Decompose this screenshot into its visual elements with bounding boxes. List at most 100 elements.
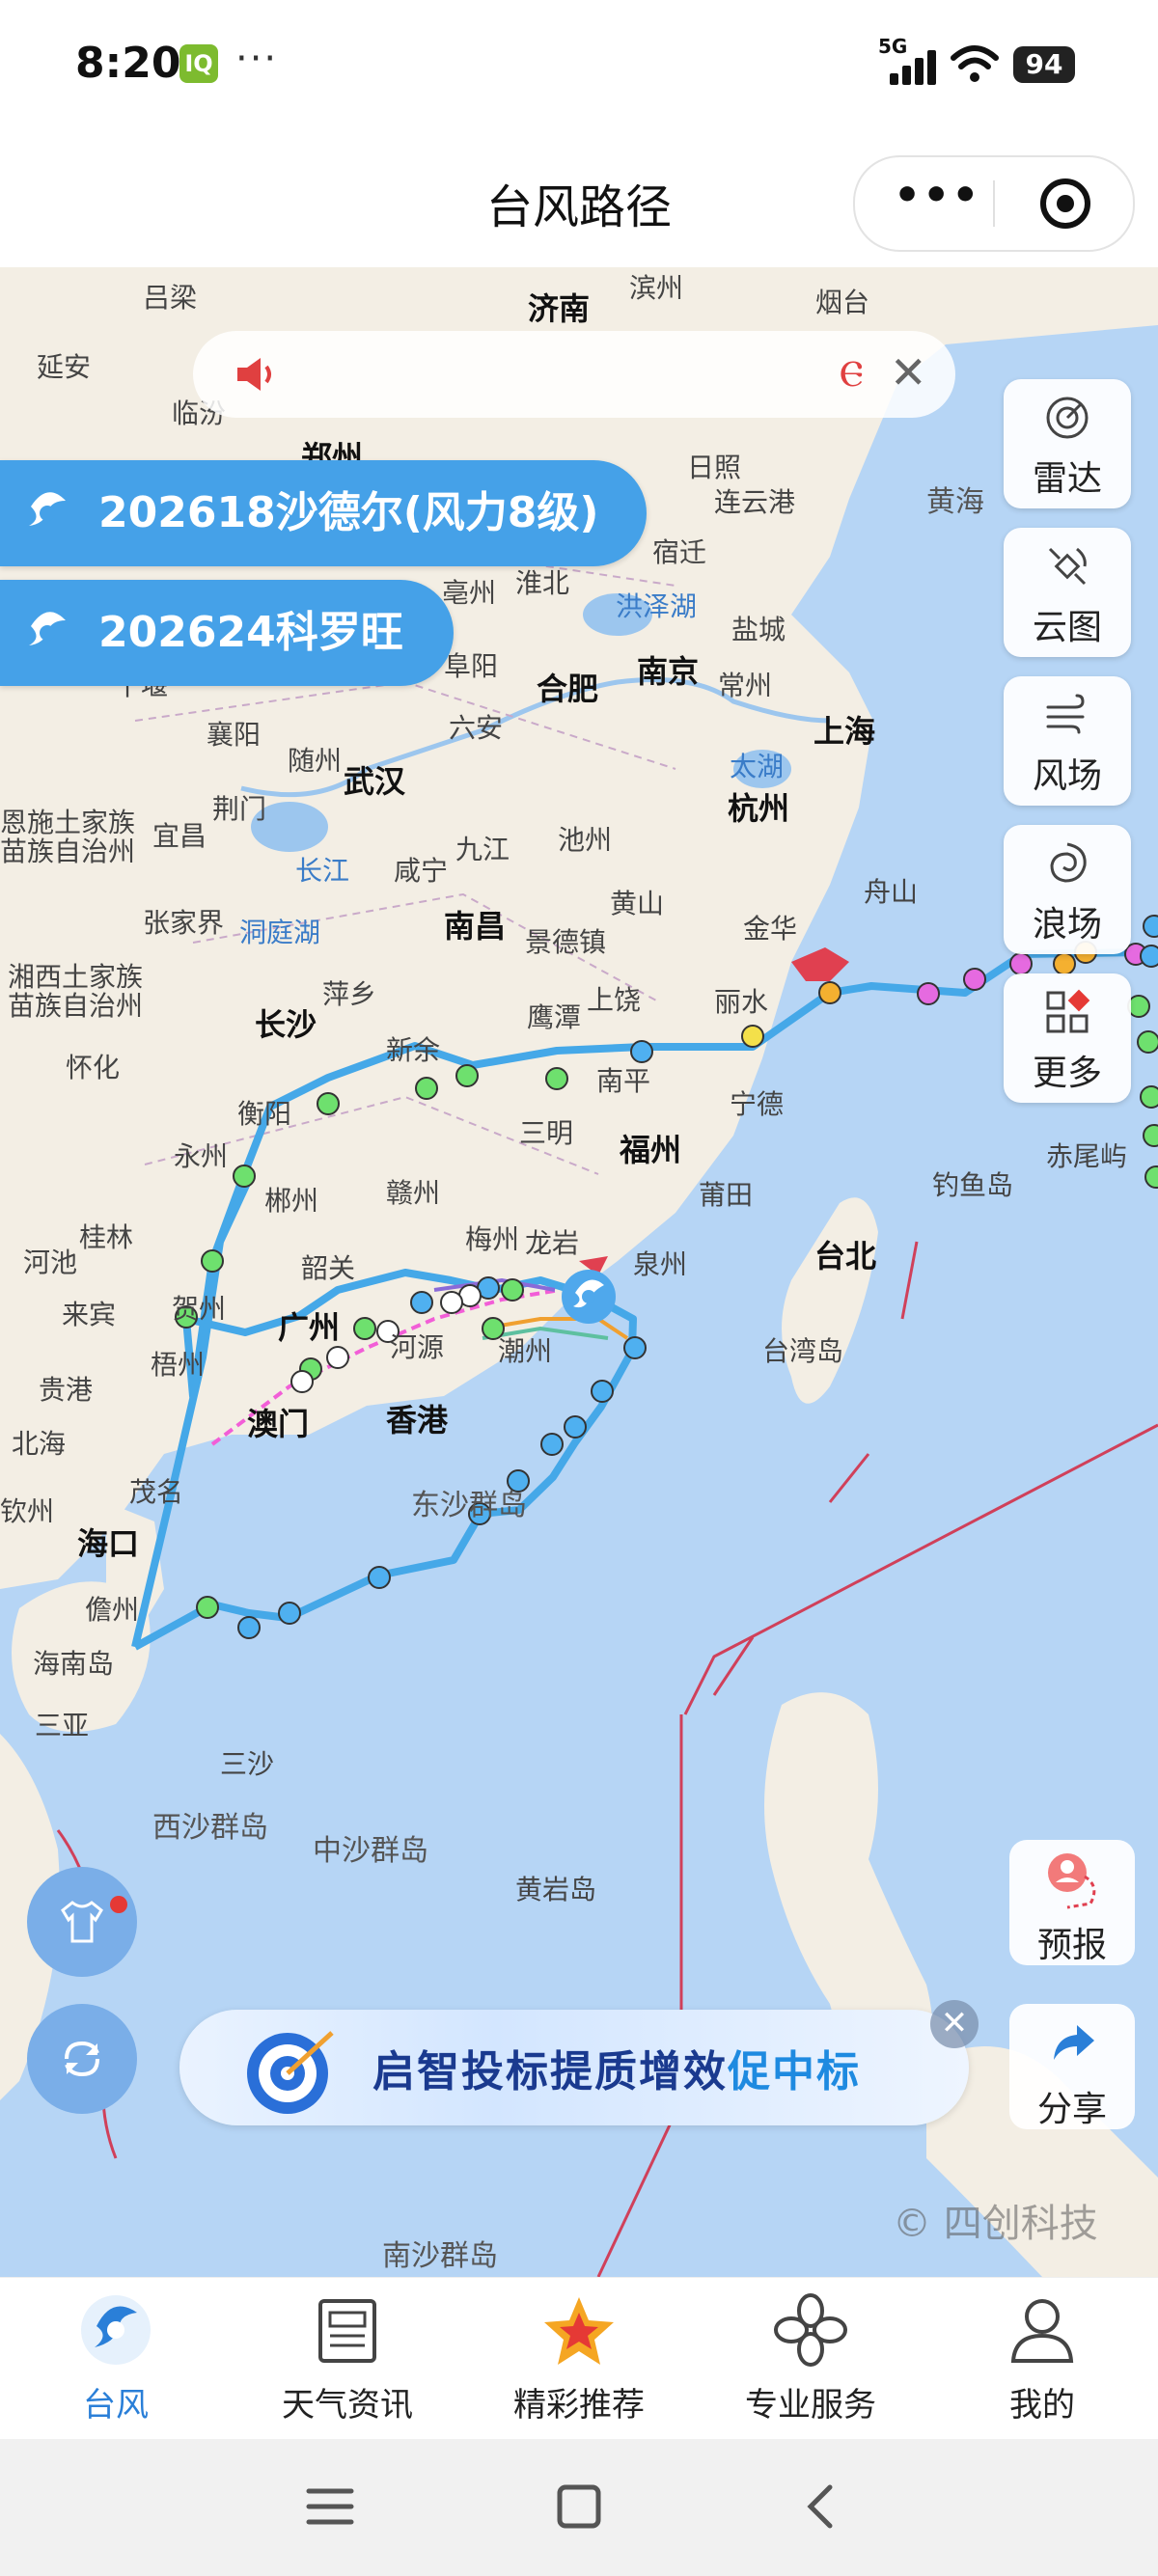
- tab-weather-news[interactable]: 天气资讯: [232, 2278, 463, 2440]
- place-nanchang: 南昌: [444, 908, 507, 945]
- place-guangzhou: 广州: [278, 1309, 341, 1346]
- radar-button[interactable]: 雷达: [1004, 379, 1131, 508]
- refresh-button[interactable]: [27, 2004, 137, 2114]
- place-guigang: 贵港: [39, 1374, 94, 1406]
- place-zhoushan: 舟山: [864, 876, 919, 908]
- tab-recommend[interactable]: 精彩推荐: [463, 2278, 695, 2440]
- place-zhongshaqundao: 中沙群岛: [313, 1834, 428, 1868]
- place-zhangjiajie: 张家界: [143, 907, 225, 939]
- ad-close-button[interactable]: ✕: [930, 2000, 979, 2048]
- place-changjiang: 长江: [295, 855, 350, 887]
- tab-pro-service[interactable]: 专业服务: [695, 2278, 926, 2440]
- back-icon[interactable]: [793, 2480, 851, 2534]
- share-icon: [1054, 2025, 1094, 2060]
- more-tools-label: 更多: [1032, 1054, 1102, 1093]
- tab-pro-service-label: 专业服务: [745, 2386, 876, 2425]
- wind-field-button[interactable]: 风场: [1004, 676, 1131, 806]
- place-maoming: 茂名: [129, 1476, 184, 1508]
- place-suizhou: 随州: [288, 745, 343, 777]
- place-yancheng: 盐城: [731, 614, 786, 645]
- clover-icon: [774, 2293, 847, 2367]
- place-chenzhou: 郴州: [264, 1185, 319, 1217]
- place-rizhao: 日照: [687, 452, 742, 483]
- typhoon-map[interactable]: 吕梁 济南 滨州 烟台 延安 临汾 郑州 日照 黄海 连云港 西安 宿迁 洪泽湖…: [0, 267, 1158, 2277]
- place-xinyu: 新余: [386, 1034, 441, 1066]
- ad-banner[interactable]: 启智投标提质增效促中标 ✕: [179, 2000, 979, 2125]
- tab-mine[interactable]: 我的: [926, 2278, 1158, 2440]
- share-button[interactable]: 分享: [1009, 2004, 1135, 2129]
- place-diaoyudao: 钓鱼岛: [932, 1169, 1014, 1201]
- place-shangrao: 上饶: [587, 984, 642, 1016]
- notice-banner[interactable]: Ⲉ ✕: [193, 331, 955, 418]
- notice-close-button[interactable]: ✕: [890, 346, 927, 398]
- place-hangzhou: 杭州: [728, 790, 790, 827]
- place-dongshaqundao: 东沙群岛: [411, 1489, 527, 1522]
- typhoon-label: 202618沙德尔(风力8级): [98, 488, 599, 537]
- radar-icon: [1046, 397, 1089, 439]
- place-lvliang: 吕梁: [143, 282, 198, 314]
- theme-button[interactable]: [27, 1867, 137, 1977]
- place-huaihua: 怀化: [66, 1052, 121, 1083]
- place-heyuan: 河源: [390, 1331, 445, 1363]
- typhoon-icon: [81, 2295, 151, 2365]
- wave-field-button[interactable]: 浪场: [1004, 825, 1131, 954]
- clock: 8:20: [75, 39, 181, 88]
- star-icon: [544, 2297, 614, 2365]
- typhoon-item-shadeer[interactable]: 202618沙德尔(风力8级): [0, 460, 647, 566]
- place-xishaqundao: 西沙群岛: [152, 1811, 268, 1845]
- place-danzhou: 儋州: [85, 1594, 140, 1626]
- place-nanping: 南平: [596, 1065, 651, 1097]
- place-hefei: 合肥: [537, 671, 599, 707]
- place-taiwandao: 台湾岛: [762, 1335, 844, 1367]
- more-tools-button[interactable]: 更多: [1004, 973, 1131, 1103]
- typhoon-item-koroawang[interactable]: 202624科罗旺: [0, 580, 454, 686]
- place-fuzhou: 福州: [620, 1132, 682, 1168]
- place-yingtan: 鹰潭: [527, 1001, 582, 1033]
- place-sanming: 三明: [519, 1117, 574, 1149]
- place-pingxiang: 萍乡: [322, 978, 377, 1010]
- place-jinan: 济南: [528, 290, 591, 327]
- tab-recommend-label: 精彩推荐: [513, 2386, 645, 2425]
- place-suqian: 宿迁: [652, 536, 707, 568]
- forecast-button[interactable]: 预报: [1009, 1840, 1135, 1965]
- place-qinzhou: 钦州: [0, 1495, 55, 1527]
- place-yichang: 宜昌: [152, 820, 207, 852]
- place-huangshan: 黄山: [610, 888, 665, 919]
- system-nav-bar: [0, 2439, 1158, 2576]
- place-xiangxi2: 苗族自治州: [8, 990, 144, 1022]
- place-ganzhou: 赣州: [386, 1177, 441, 1209]
- ad-text-highlight: 促中标: [728, 2047, 861, 2096]
- place-macau: 澳门: [247, 1406, 310, 1442]
- place-nanjing: 南京: [637, 653, 700, 690]
- capsule-divider: [993, 180, 995, 227]
- title-bar: 台风路径 •••: [0, 130, 1158, 267]
- close-miniapp-button[interactable]: [1040, 178, 1090, 229]
- place-taipei: 台北: [814, 1238, 877, 1274]
- place-lishui: 丽水: [714, 986, 769, 1018]
- place-changsha: 长沙: [255, 1006, 317, 1043]
- bottom-tab-bar: 台风 天气资讯 精彩推荐 专业服务 我的: [0, 2277, 1158, 2440]
- place-chizhou: 池州: [558, 824, 613, 856]
- cloud-image-button[interactable]: 云图: [1004, 528, 1131, 657]
- place-ningde: 宁德: [730, 1088, 785, 1120]
- share-label: 分享: [1036, 2090, 1107, 2129]
- home-icon[interactable]: [550, 2480, 608, 2534]
- place-meizhou: 梅州: [465, 1223, 520, 1255]
- place-liuan: 六安: [449, 712, 504, 744]
- menu-icon[interactable]: [301, 2480, 359, 2534]
- place-hongkong: 香港: [386, 1402, 449, 1439]
- place-yantai: 烟台: [815, 287, 870, 318]
- place-sanya: 三亚: [35, 1710, 90, 1741]
- tab-mine-label: 我的: [1009, 2386, 1075, 2425]
- typhoon-symbol-icon: [29, 612, 66, 645]
- place-shanghai: 上海: [813, 713, 876, 750]
- forecast-label: 预报: [1036, 1926, 1107, 1965]
- cloud-image-label: 云图: [1032, 608, 1102, 647]
- tab-typhoon[interactable]: 台风: [0, 2278, 232, 2440]
- more-menu-button[interactable]: •••: [894, 171, 980, 220]
- place-nanshaqundao: 南沙群岛: [382, 2239, 498, 2273]
- place-jinhua: 金华: [743, 913, 798, 945]
- place-quanzhou: 泉州: [633, 1248, 688, 1280]
- place-fuyang: 阜阳: [444, 650, 499, 682]
- forecaster-icon: [1048, 1853, 1096, 1909]
